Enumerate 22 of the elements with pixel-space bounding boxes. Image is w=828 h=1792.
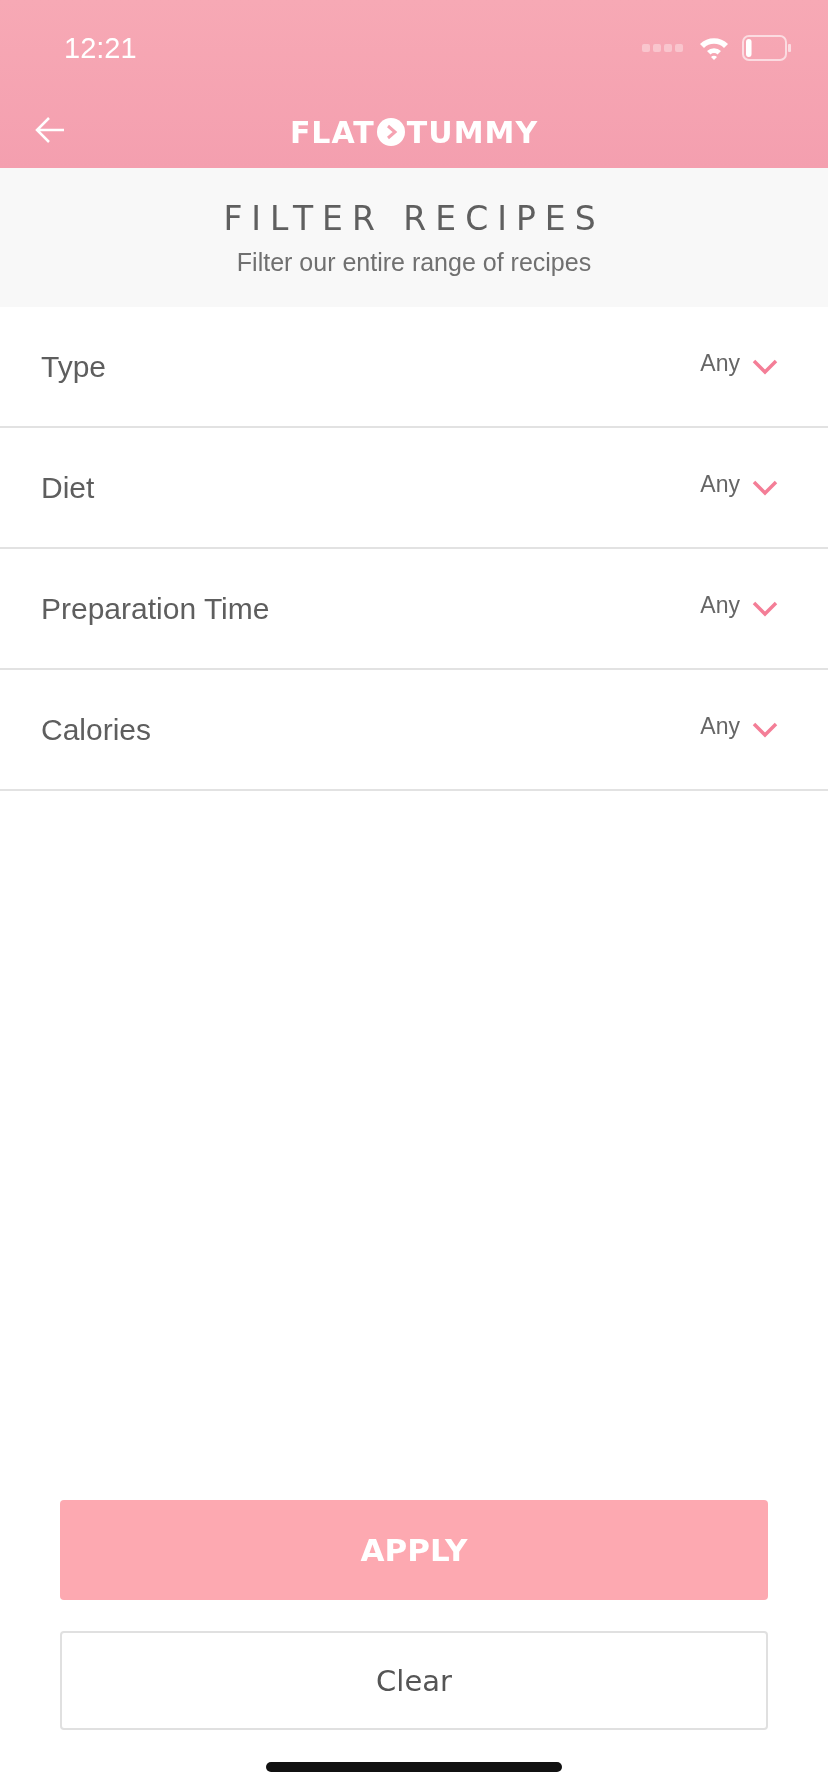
filter-label: Calories	[41, 712, 152, 747]
battery-icon	[742, 35, 792, 61]
filter-value[interactable]: Any	[700, 592, 740, 619]
logo-text: TUMMY	[406, 114, 539, 150]
play-circle-icon	[376, 118, 405, 146]
chevron-down-icon[interactable]	[752, 479, 778, 496]
chevron-down-icon[interactable]	[752, 721, 778, 738]
logo-text: FLAT	[289, 114, 375, 150]
page-title: FILTER RECIPES	[223, 198, 605, 238]
chevron-down-icon[interactable]	[752, 358, 778, 375]
page-subtitle: Filter our entire range of recipes	[236, 247, 592, 277]
filter-value[interactable]: Any	[700, 350, 740, 377]
filter-label: Preparation Time	[41, 591, 270, 626]
clear-button[interactable]: Clear	[60, 1631, 768, 1730]
status-time: 12:21	[64, 31, 137, 65]
filter-label: Type	[41, 349, 107, 384]
wifi-icon	[698, 36, 730, 60]
chevron-down-icon[interactable]	[752, 600, 778, 617]
filter-value[interactable]: Any	[700, 713, 740, 740]
filter-value[interactable]: Any	[700, 471, 740, 498]
filter-label: Diet	[41, 470, 95, 505]
signal-icon	[642, 43, 686, 53]
